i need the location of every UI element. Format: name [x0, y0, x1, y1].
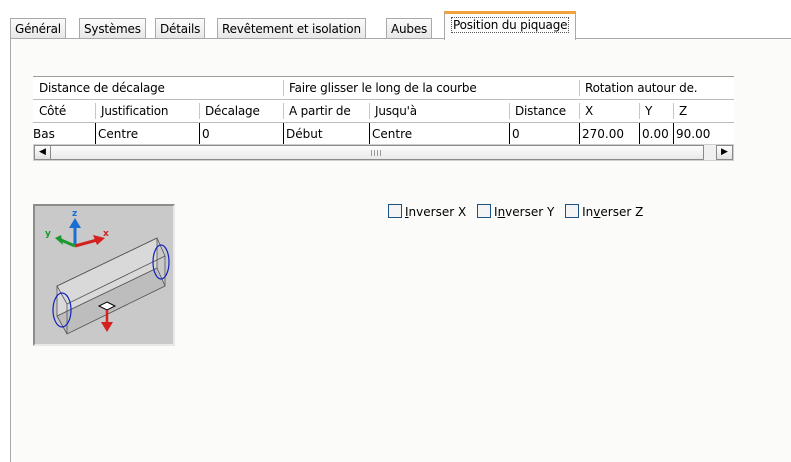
tab-aubes[interactable]: Aubes: [386, 18, 433, 39]
group-header-row: Distance de décalage Faire glisser le lo…: [33, 77, 734, 100]
takeoff-direction-arrow: [101, 322, 113, 332]
tab-panel: Distance de décalage Faire glisser le lo…: [10, 38, 791, 462]
grip-icon: [371, 150, 381, 156]
group-header-distance-decalage[interactable]: Distance de décalage: [33, 77, 283, 99]
cell-z[interactable]: 90.00: [673, 123, 734, 145]
tab-revetement-isolation[interactable]: Revêtement et isolation: [217, 18, 366, 39]
axis-y-arrow: [55, 235, 63, 245]
column-header-a-partir-de[interactable]: A partir de: [283, 100, 369, 122]
tab-details-label: Détails: [160, 22, 201, 36]
axis-z-arrow: [69, 218, 81, 228]
table-row[interactable]: Bas Centre 0 Début Centre 0 270.00 0.00 …: [33, 123, 734, 145]
tab-general[interactable]: Général: [10, 18, 66, 39]
column-header-jusqua[interactable]: Jusqu'à: [369, 100, 509, 122]
tab-details[interactable]: Détails: [155, 18, 206, 39]
inverser-y-checkbox[interactable]: Inverser Y: [477, 204, 554, 219]
tab-systemes-label: Systèmes: [84, 22, 141, 36]
tab-revetement-isolation-label: Revêtement et isolation: [222, 22, 361, 36]
checkbox-box[interactable]: [388, 204, 402, 218]
inverser-y-label-post: verser Y: [505, 205, 555, 219]
scroll-left-button[interactable]: ◀: [34, 145, 51, 160]
axis-x-line: [74, 238, 98, 248]
column-header-row: Côté Justification Décalage A partir de …: [33, 100, 734, 123]
tab-position-piquage[interactable]: Position du piquage: [444, 11, 577, 40]
arrow-right-icon: ▶: [721, 147, 728, 157]
tab-general-label: Général: [15, 22, 61, 36]
offset-grid: Distance de décalage Faire glisser le lo…: [33, 76, 734, 222]
checkbox-box[interactable]: [477, 204, 492, 218]
column-header-distance[interactable]: Distance: [509, 100, 579, 122]
tab-aubes-label: Aubes: [391, 22, 428, 36]
scroll-thumb[interactable]: [50, 145, 704, 160]
cell-decalage[interactable]: 0: [199, 123, 283, 145]
scroll-right-button[interactable]: ▶: [716, 145, 733, 160]
inverser-z-label-pre: In: [582, 205, 594, 219]
axis-z-label: z: [72, 209, 77, 219]
arrow-left-icon: ◀: [39, 147, 46, 157]
group-header-rotation[interactable]: Rotation autour de.: [579, 77, 734, 99]
cell-distance[interactable]: 0: [509, 123, 579, 145]
column-header-z[interactable]: Z: [673, 100, 734, 122]
column-header-decalage[interactable]: Décalage: [199, 100, 283, 122]
tab-position-piquage-label: Position du piquage: [451, 17, 570, 33]
cell-a-partir-de[interactable]: Début: [283, 123, 369, 145]
group-header-faire-glisser[interactable]: Faire glisser le long de la courbe: [283, 77, 579, 99]
horizontal-scrollbar[interactable]: ◀ ▶: [33, 144, 734, 161]
duct-preview-icon: z x y: [45, 209, 170, 335]
takeoff-preview-image: z x y: [33, 204, 175, 346]
invert-options: Inverser X Inverser Y Inverser Z: [388, 204, 650, 219]
inverser-z-checkbox[interactable]: Inverser Z: [565, 204, 643, 219]
cell-y[interactable]: 0.00: [639, 123, 673, 145]
cell-cote[interactable]: Bas: [33, 123, 95, 145]
axis-x-label: x: [103, 229, 109, 239]
checkbox-box[interactable]: [565, 204, 580, 218]
grid-body: Distance de décalage Faire glisser le lo…: [33, 76, 734, 161]
cell-justification[interactable]: Centre: [95, 123, 199, 145]
axis-y-line: [60, 238, 76, 248]
column-header-cote[interactable]: Côté: [33, 100, 95, 122]
column-header-x[interactable]: X: [579, 100, 639, 122]
axis-y-label: y: [45, 229, 51, 239]
inverser-z-label-post: erser Z: [600, 205, 644, 219]
cell-jusqua[interactable]: Centre: [369, 123, 509, 145]
tab-strip: Général Systèmes Détails Revêtement et i…: [10, 11, 791, 40]
inverser-x-checkbox[interactable]: Inverser X: [388, 204, 466, 219]
column-header-justification[interactable]: Justification: [95, 100, 199, 122]
inverser-x-label-post: nverser X: [408, 205, 467, 219]
column-header-y[interactable]: Y: [639, 100, 673, 122]
tab-systemes[interactable]: Systèmes: [79, 18, 146, 39]
cell-x[interactable]: 270.00: [579, 123, 639, 145]
